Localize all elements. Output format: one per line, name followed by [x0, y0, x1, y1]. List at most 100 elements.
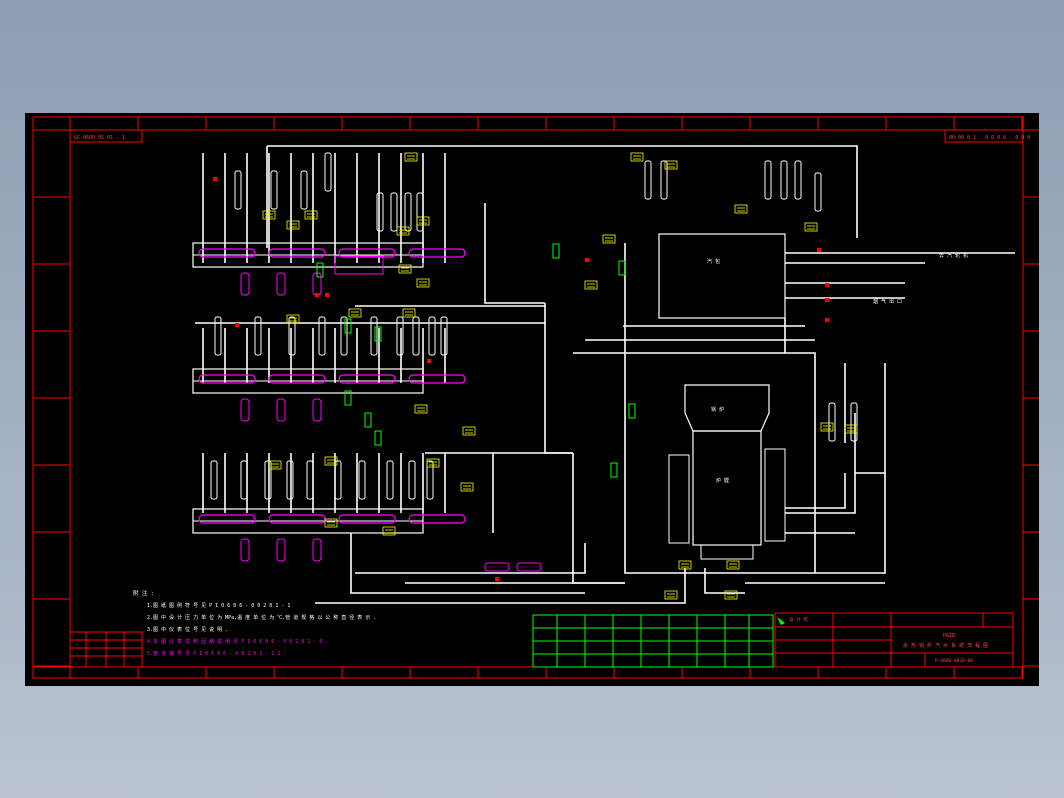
green-valve	[364, 412, 372, 428]
magenta-header	[338, 374, 396, 384]
instrument-capsule	[270, 170, 278, 210]
magenta-header	[408, 514, 466, 524]
pipe-segment	[355, 543, 586, 574]
red-marker	[817, 248, 821, 252]
instrument-capsule	[794, 160, 802, 200]
top-right-code: 00 00 0 1 - 0 6 0 6 - 0 0 0	[949, 135, 1030, 141]
magenta-header	[198, 514, 256, 524]
red-marker	[213, 177, 217, 181]
instrument-capsule	[264, 460, 272, 500]
drawing-title: 余 热 锅 炉 汽 水 系 统 流 程 图	[903, 642, 988, 649]
pid-drawing-sheet: GC-0600 01 01 - 1 00 00 0 1 - 0 6 0 6 - …	[32, 116, 1039, 679]
magenta-header	[408, 248, 466, 258]
cad-viewport[interactable]: GC-0600 01 01 - 1 00 00 0 1 - 0 6 0 6 - …	[25, 113, 1039, 686]
green-valve	[316, 262, 324, 278]
instrument-capsule	[828, 402, 836, 442]
magenta-header	[408, 374, 466, 384]
green-valve	[374, 430, 382, 446]
instrument-capsule	[376, 192, 384, 232]
pipe-segment	[484, 203, 545, 304]
red-marker	[495, 577, 499, 581]
red-marker	[235, 323, 239, 327]
project-label: P&ID	[943, 633, 955, 639]
yellow-tag	[414, 404, 428, 414]
note-line-3: 3.图 中 仪 表 位 号 见 说 明 .	[147, 626, 228, 633]
yellow-tag	[804, 222, 818, 232]
green-valve	[628, 403, 636, 419]
yellow-tag	[584, 280, 598, 290]
magenta-drum	[276, 272, 286, 296]
outer-frame	[32, 116, 1024, 679]
magenta-drum	[240, 272, 250, 296]
instrument-capsule	[210, 460, 218, 500]
yellow-tag	[734, 204, 748, 214]
note-line-5: 5.管 道 编 号 见 P I 0 6 0 6 - 0 0 2 0 1 - 1 …	[147, 650, 286, 657]
yellow-tag	[678, 560, 692, 570]
yellow-tag	[324, 518, 338, 528]
yellow-tag	[398, 264, 412, 274]
flue-label: 烟 气 出 口	[873, 298, 902, 305]
note-line-1: 1.图 纸 图 例 符 号 见 P I 0 6 0 6 - 0 0 2 0 1 …	[147, 602, 290, 609]
red-marker	[427, 359, 431, 363]
revision-table	[69, 631, 143, 668]
instrument-capsule	[286, 460, 294, 500]
note-line-2: 2.图 中 设 计 压 力 单 位 为 MPa,温 度 单 位 为 ℃,管 道 …	[147, 614, 376, 621]
green-valve	[610, 462, 618, 478]
pipe-segment	[855, 363, 886, 474]
magenta-header	[484, 562, 510, 572]
red-marker	[325, 293, 329, 297]
yellow-tag	[348, 308, 362, 318]
furnace-inner-label: 炉 膛	[716, 477, 729, 484]
drum-label: 汽 包	[707, 258, 720, 265]
magenta-drum	[312, 538, 322, 562]
instrument-capsule	[334, 460, 342, 500]
red-marker	[585, 258, 589, 262]
green-valve	[344, 318, 352, 334]
frame-grid-ticks	[33, 117, 1039, 678]
inner-frame	[69, 129, 1024, 668]
instrument-capsule	[408, 460, 416, 500]
magenta-header	[268, 248, 326, 258]
note-line-4: 4.本 图 仪 表 控 制 回 路 说 明 见 P I 0 6 0 6 - 0 …	[147, 638, 328, 645]
instrument-capsule	[300, 170, 308, 210]
drawing-number: P-0606-0020-00	[935, 658, 973, 664]
magenta-header	[334, 255, 384, 275]
instrument-capsule	[764, 160, 772, 200]
furnace-top-label: 锅 炉	[711, 406, 724, 413]
green-valve	[618, 260, 626, 276]
notes-heading: 附 注 :	[133, 589, 154, 597]
green-valve	[552, 243, 560, 259]
instrument-capsule	[234, 170, 242, 210]
red-marker	[825, 318, 829, 322]
pipe-segment	[544, 303, 573, 454]
signoff-table	[532, 614, 774, 668]
magenta-header	[268, 514, 326, 524]
instrument-capsule	[324, 152, 332, 192]
yellow-tag	[820, 422, 834, 432]
magenta-header	[268, 374, 326, 384]
red-marker	[315, 293, 319, 297]
yellow-tag	[304, 210, 318, 220]
instrument-capsule	[660, 160, 668, 200]
instrument-capsule	[306, 460, 314, 500]
magenta-drum	[240, 538, 250, 562]
magenta-drum	[276, 538, 286, 562]
yellow-tag	[416, 278, 430, 288]
yellow-tag	[404, 152, 418, 162]
company-logo	[777, 617, 785, 625]
yellow-tag	[460, 482, 474, 492]
magenta-header	[516, 562, 542, 572]
magenta-drum	[312, 398, 322, 422]
yellow-tag	[630, 152, 644, 162]
yellow-tag	[664, 590, 678, 600]
title-block	[774, 612, 1014, 668]
magenta-drum	[276, 398, 286, 422]
drum-vessel	[658, 233, 786, 319]
instrument-capsule	[814, 172, 822, 212]
instrument-capsule	[404, 192, 412, 232]
company-name: 设 计 院	[789, 616, 808, 623]
furnace-body	[692, 430, 762, 546]
instrument-capsule	[240, 460, 248, 500]
instrument-capsule	[358, 460, 366, 500]
instrument-capsule	[644, 160, 652, 200]
